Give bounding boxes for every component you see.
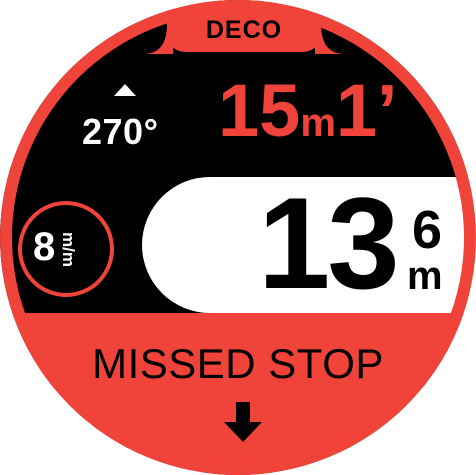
deco-stop-depth: 15 — [218, 69, 301, 152]
ascent-rate-value: 8 — [33, 225, 56, 269]
compass-heading: 270° — [82, 111, 159, 152]
deco-stop-info: 15m1’ — [218, 74, 398, 148]
missed-stop-warning-band — [0, 313, 476, 475]
deco-mode-label: DECO — [205, 16, 283, 44]
current-depth-integer: 13 — [258, 170, 400, 316]
dive-computer-face: DECO 270° 15m1’ 13 6 m 8 m/m MISSED STOP — [0, 0, 476, 475]
current-depth-decimal: 6 — [412, 200, 443, 260]
missed-stop-warning-text: MISSED STOP — [92, 340, 384, 387]
deco-mode-tab: DECO — [167, 0, 321, 52]
down-arrow-icon — [224, 402, 262, 442]
ascent-rate-unit: m/m — [59, 232, 78, 267]
current-depth-unit: m — [407, 254, 443, 298]
deco-stop-time: 1’ — [335, 69, 398, 152]
heading-up-triangle-icon — [114, 84, 136, 96]
deco-stop-depth-unit: m — [300, 101, 336, 145]
